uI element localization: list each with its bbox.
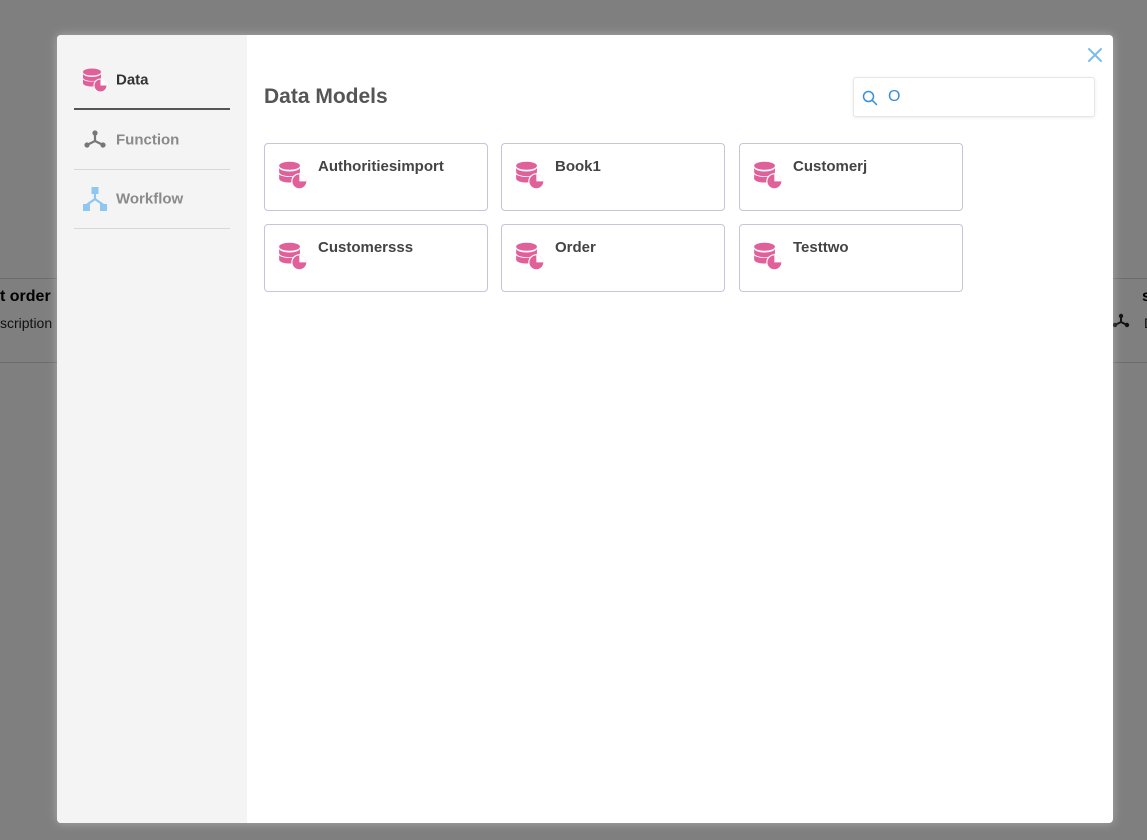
database-chart-icon bbox=[515, 241, 545, 276]
search-box[interactable] bbox=[853, 77, 1095, 117]
modal-sidebar: Data Function Workflow bbox=[57, 35, 247, 823]
database-chart-icon bbox=[515, 160, 545, 195]
sidebar-item-label: Function bbox=[116, 131, 180, 149]
sidebar-item-label: Workflow bbox=[116, 190, 184, 208]
card-label: Book1 bbox=[555, 158, 601, 175]
database-chart-icon bbox=[753, 241, 783, 276]
data-model-card-customersss[interactable]: Customersss bbox=[264, 224, 488, 292]
data-model-card-customerj[interactable]: Customerj bbox=[739, 143, 963, 211]
card-label: Customerj bbox=[793, 158, 868, 175]
data-model-card-testtwo[interactable]: Testtwo bbox=[739, 224, 963, 292]
page-title: Data Models bbox=[264, 85, 388, 108]
close-icon bbox=[1088, 48, 1102, 62]
database-chart-icon bbox=[278, 241, 308, 276]
data-model-card-order[interactable]: Order bbox=[501, 224, 725, 292]
database-chart-icon bbox=[82, 67, 108, 93]
card-label: Testtwo bbox=[793, 239, 849, 256]
card-label: Customersss bbox=[318, 239, 414, 256]
database-chart-icon bbox=[753, 160, 783, 195]
sidebar-item-workflow[interactable]: Workflow bbox=[74, 170, 230, 229]
data-model-card-authoritiesimport[interactable]: Authoritiesimport bbox=[264, 143, 488, 211]
card-label: Order bbox=[555, 239, 596, 256]
sidebar-item-label: Data bbox=[116, 71, 149, 88]
card-label: Authoritiesimport bbox=[318, 158, 444, 175]
database-chart-icon bbox=[278, 160, 308, 195]
data-model-card-book1[interactable]: Book1 bbox=[501, 143, 725, 211]
add-node-modal: Data Function Workflow Data Models O Aut… bbox=[57, 35, 1113, 823]
sidebar-item-data[interactable]: Data bbox=[74, 51, 230, 110]
close-button[interactable] bbox=[1085, 45, 1105, 65]
search-input[interactable] bbox=[888, 86, 1078, 108]
sidebar-item-function[interactable]: Function bbox=[74, 111, 230, 170]
function-icon bbox=[82, 127, 108, 153]
search-icon bbox=[862, 90, 878, 111]
workflow-icon bbox=[82, 186, 108, 212]
